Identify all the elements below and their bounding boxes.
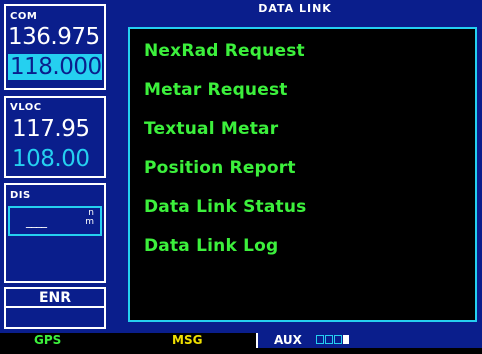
- vloc-standby-frequency: 108.00: [12, 146, 90, 172]
- vloc-frequency-box[interactable]: VLOC 117.95 108.00: [4, 96, 106, 178]
- dis-value-field: ____ n m: [8, 206, 102, 236]
- vloc-label: VLOC: [10, 102, 42, 113]
- page-indicator: [316, 335, 349, 346]
- page-box-2: [325, 335, 333, 344]
- com-frequency-box[interactable]: COM 136.975 118.000: [4, 4, 106, 90]
- com-active-frequency: 136.975: [8, 24, 100, 50]
- aux-page-group: AUX: [256, 333, 482, 348]
- com-label: COM: [10, 11, 38, 22]
- page-title: DATA LINK: [258, 2, 332, 15]
- page-box-current: [343, 335, 349, 344]
- menu-item-textual-metar[interactable]: Textual Metar: [144, 119, 278, 139]
- menu-item-data-link-log[interactable]: Data Link Log: [144, 236, 278, 256]
- com-standby-highlight[interactable]: 118.000: [8, 54, 102, 80]
- gps-display: COM 136.975 118.000 VLOC 117.95 108.00 D…: [0, 0, 482, 348]
- cdi-mode-label: ENR: [38, 290, 72, 306]
- page-box-3: [334, 335, 342, 344]
- msg-indicator[interactable]: MSG: [172, 333, 202, 348]
- gps-indicator: GPS: [34, 333, 62, 347]
- menu-item-data-link-status[interactable]: Data Link Status: [144, 197, 306, 217]
- data-link-menu: NexRad Request Metar Request Textual Met…: [128, 27, 477, 322]
- cdi-mode-box: ENR: [4, 287, 106, 329]
- cdi-mode-bar: ENR: [6, 289, 104, 308]
- status-bar: GPS MSG AUX: [0, 333, 482, 348]
- page-box-1: [316, 335, 324, 344]
- dis-unit-m: m: [85, 217, 94, 227]
- menu-item-metar-request[interactable]: Metar Request: [144, 80, 288, 100]
- dis-value: ____: [26, 214, 47, 228]
- com-standby-frequency: 118.000: [10, 54, 102, 80]
- dis-label: DIS: [10, 190, 31, 201]
- menu-item-nexrad-request[interactable]: NexRad Request: [144, 41, 305, 61]
- distance-box: DIS ____ n m: [4, 183, 106, 283]
- aux-page-label: AUX: [274, 333, 302, 347]
- vloc-active-frequency: 117.95: [12, 116, 90, 142]
- menu-item-position-report[interactable]: Position Report: [144, 158, 296, 178]
